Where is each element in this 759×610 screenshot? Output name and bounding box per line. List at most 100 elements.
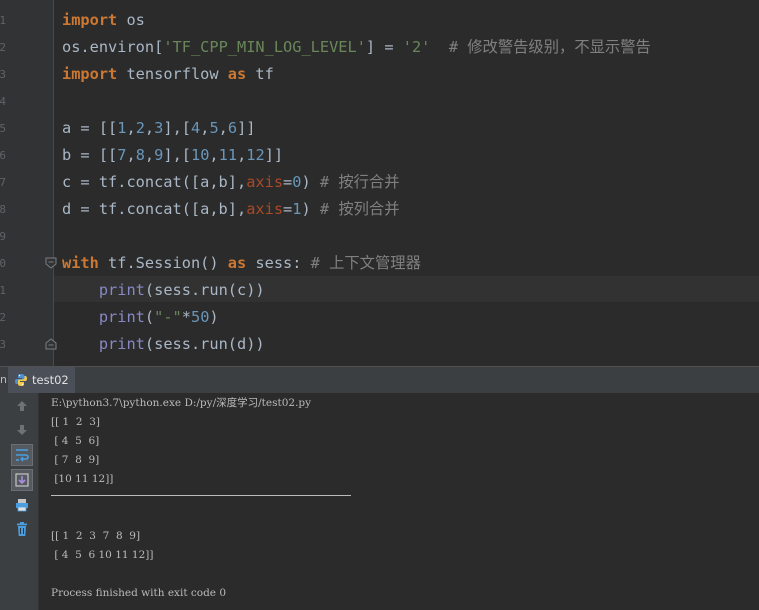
code-token: ) xyxy=(209,308,219,326)
code-token: ) xyxy=(301,173,320,191)
code-token: , xyxy=(218,119,228,137)
code-token: 10 xyxy=(191,146,210,164)
run-label: n xyxy=(0,373,7,386)
console-line: [[ 1 2 3] xyxy=(51,416,101,428)
line-number: 10 xyxy=(0,257,6,270)
code-line: print(sess.run(d)) xyxy=(62,331,265,358)
separator-dash-line xyxy=(51,495,351,496)
line-number: 6 xyxy=(0,149,6,162)
scroll-to-end-button[interactable] xyxy=(11,469,33,491)
clear-all-button[interactable] xyxy=(11,518,33,540)
code-token: d = tf.concat([a,b], xyxy=(62,200,247,218)
code-token: = xyxy=(283,173,293,191)
code-token: os.environ[ xyxy=(62,38,164,56)
line-number: 5 xyxy=(0,122,6,135)
print-button[interactable] xyxy=(11,494,33,516)
code-token: tf.Session() xyxy=(98,254,228,272)
code-token: , xyxy=(144,119,155,137)
run-tool-window-header: n test02 xyxy=(0,366,759,394)
code-token: c = tf.concat([a,b], xyxy=(62,173,247,191)
code-token: axis xyxy=(246,173,284,191)
console-output[interactable]: E:\python3.7\python.exe D:/py/深度学习/test0… xyxy=(51,393,751,610)
code-line: print("-"*50) xyxy=(62,304,219,331)
code-token: axis xyxy=(246,200,284,218)
console-line: [ 4 5 6 10 11 12]] xyxy=(51,549,154,561)
code-token: print xyxy=(98,335,145,353)
code-token: import xyxy=(62,65,118,83)
python-icon xyxy=(15,374,27,386)
code-token: sess: xyxy=(246,254,311,272)
code-token: with xyxy=(62,254,99,272)
console-line: [[ 1 2 3 7 8 9] xyxy=(51,530,141,542)
code-token: as xyxy=(227,65,247,83)
code-line: os.environ['TF_CPP_MIN_LOG_LEVEL'] = '2'… xyxy=(62,34,651,61)
code-token: 4 xyxy=(191,119,201,137)
code-token: import xyxy=(62,11,118,29)
code-token: ( xyxy=(144,308,155,326)
code-editor[interactable]: 12345678910111213 import osos.environ['T… xyxy=(0,0,759,366)
arrow-up-icon xyxy=(17,401,27,411)
code-line: b = [[7,8,9],[10,11,12]] xyxy=(62,142,283,169)
console-line: [ 7 8 9] xyxy=(51,454,100,466)
code-token: tf xyxy=(246,65,274,83)
code-token: 12 xyxy=(246,146,265,164)
print-icon xyxy=(16,499,28,512)
code-token: ],[ xyxy=(163,119,191,137)
code-line: import tensorflow as tf xyxy=(62,61,274,88)
code-token: ] = xyxy=(365,38,403,56)
code-token: a = [[ xyxy=(62,119,118,137)
line-number: 12 xyxy=(0,311,6,324)
code-line: c = tf.concat([a,b],axis=0) # 按行合并 xyxy=(62,169,400,196)
code-token: , xyxy=(144,146,155,164)
code-line: a = [[1,2,3],[4,5,6]] xyxy=(62,115,256,142)
code-token: * xyxy=(181,308,191,326)
code-token: = xyxy=(283,200,293,218)
code-token: (sess.run(d)) xyxy=(144,335,265,353)
code-token: '2' xyxy=(402,38,431,56)
code-token: ]] xyxy=(264,146,284,164)
run-toolbar xyxy=(0,393,39,610)
soft-wrap-icon xyxy=(16,449,29,462)
line-number-gutter: 12345678910111213 xyxy=(0,0,54,366)
code-token: # 修改警告级别，不显示警告 xyxy=(448,38,651,56)
code-token: 8 xyxy=(135,146,145,164)
code-token: 6 xyxy=(227,119,238,137)
fold-open-icon[interactable] xyxy=(45,257,57,269)
code-line: d = tf.concat([a,b],axis=1) # 按列合并 xyxy=(62,196,400,223)
code-token: (sess.run(c)) xyxy=(144,281,265,299)
arrow-down-icon xyxy=(17,425,27,435)
code-token: 2 xyxy=(135,119,145,137)
code-token: 50 xyxy=(190,308,210,326)
run-panel: E:\python3.7\python.exe D:/py/深度学习/test0… xyxy=(0,393,759,610)
fold-close-icon[interactable] xyxy=(45,338,57,350)
rerun-down-button[interactable] xyxy=(11,419,33,441)
code-token: 9 xyxy=(154,146,164,164)
code-token: # 上下文管理器 xyxy=(310,254,421,272)
line-number: 1 xyxy=(0,14,6,27)
run-tab[interactable]: test02 xyxy=(8,367,75,393)
code-token: 11 xyxy=(218,146,238,164)
code-token: , xyxy=(237,146,247,164)
rerun-up-button[interactable] xyxy=(11,395,33,417)
line-number: 4 xyxy=(0,95,6,108)
code-token: print xyxy=(98,281,145,299)
scroll-to-end-icon xyxy=(15,473,29,487)
soft-wrap-button[interactable] xyxy=(11,444,33,466)
run-tab-label: test02 xyxy=(32,373,69,387)
line-number: 2 xyxy=(0,41,6,54)
code-token: 'TF_CPP_MIN_LOG_LEVEL' xyxy=(163,38,366,56)
line-number: 9 xyxy=(0,230,6,243)
code-token: # 按行合并 xyxy=(319,173,400,191)
code-token: , xyxy=(126,146,136,164)
code-token: # 按列合并 xyxy=(319,200,400,218)
code-token: , xyxy=(209,146,219,164)
console-line: [ 4 5 6] xyxy=(51,435,100,447)
code-token: ]] xyxy=(237,119,256,137)
code-token: tensorflow xyxy=(117,65,228,83)
line-number: 7 xyxy=(0,176,6,189)
code-token: 5 xyxy=(209,119,219,137)
